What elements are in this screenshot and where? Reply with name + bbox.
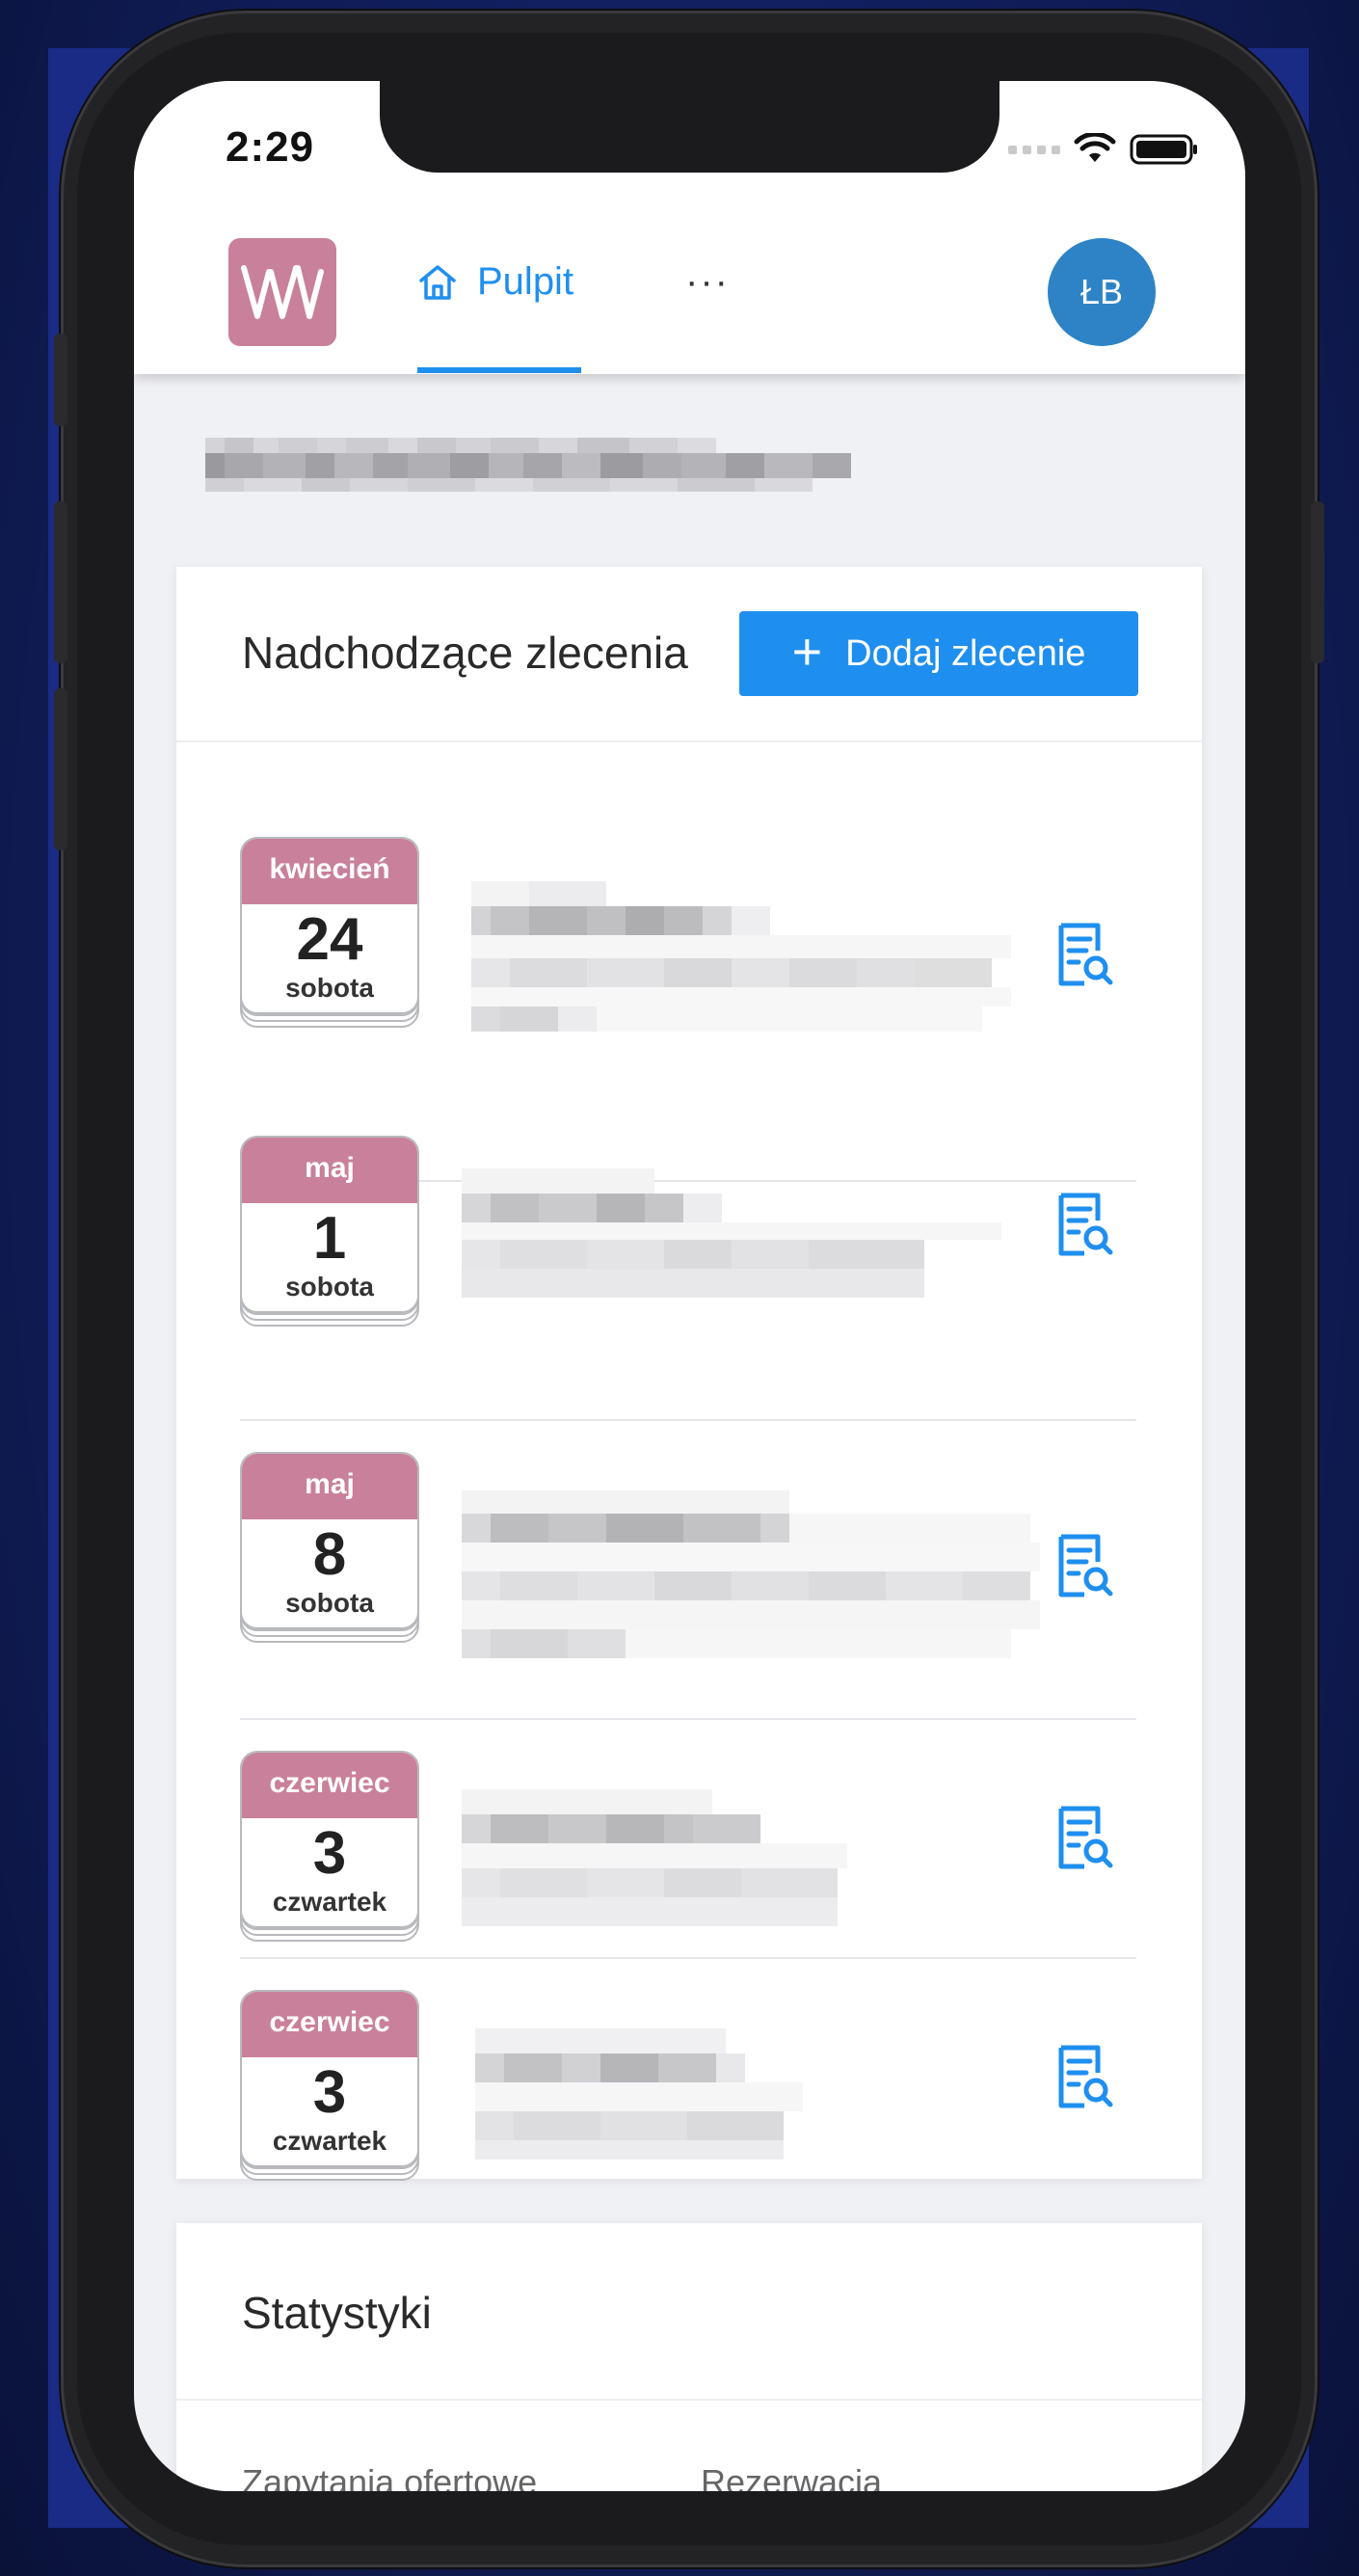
- order-details-redacted: [475, 2028, 803, 2160]
- phone-button-volume-down: [54, 688, 67, 850]
- home-icon: [419, 264, 456, 300]
- date-badge: czerwiec 3 czwartek: [240, 1990, 419, 2181]
- status-icons: [1008, 133, 1199, 166]
- signal-icon: [1008, 145, 1060, 154]
- date-month: czerwiec: [242, 1753, 417, 1818]
- order-details-redacted: [462, 1789, 847, 1926]
- app-logo[interactable]: [228, 238, 336, 346]
- phone-button-volume-up: [54, 501, 67, 663]
- date-weekday: czwartek: [272, 2126, 387, 2156]
- card-header-divider: [176, 740, 1202, 742]
- phone-button-power: [1311, 501, 1324, 663]
- date-month: czerwiec: [242, 1992, 417, 2057]
- date-weekday: sobota: [285, 1272, 374, 1301]
- date-month: kwiecień: [242, 839, 417, 904]
- stat-label-reservation: Rezerwacja: [701, 2462, 883, 2491]
- date-month: maj: [242, 1138, 417, 1203]
- active-tab-indicator: [417, 367, 581, 373]
- date-badge: czerwiec 3 czwartek: [240, 1751, 419, 1942]
- date-weekday: sobota: [285, 1588, 374, 1618]
- brand-logo-icon: [241, 265, 324, 319]
- user-avatar[interactable]: ŁB: [1048, 238, 1156, 346]
- date-badge: maj 8 sobota: [240, 1452, 419, 1643]
- add-order-button[interactable]: + Dodaj zlecenie: [739, 611, 1138, 696]
- card-header-divider: [176, 2399, 1202, 2401]
- status-time: 2:29: [226, 123, 315, 171]
- tab-dashboard[interactable]: Pulpit: [417, 260, 573, 304]
- tab-dashboard-label: Pulpit: [477, 260, 574, 303]
- upcoming-orders-title: Nadchodzące zlecenia: [242, 628, 688, 678]
- document-search-icon[interactable]: [1053, 1805, 1115, 1872]
- order-row[interactable]: kwiecień 24 sobota: [240, 837, 1136, 1032]
- date-day: 3: [312, 1820, 347, 1887]
- order-row[interactable]: maj 1 sobota: [240, 1136, 1136, 1328]
- notch: [380, 81, 999, 173]
- order-details-redacted: [462, 1490, 1040, 1658]
- upcoming-orders-card: Nadchodzące zlecenia + Dodaj zlecenie kw…: [176, 567, 1202, 2181]
- statistics-card: Statystyki Zapytania ofertowe Rezerwacja: [176, 2223, 1202, 2491]
- date-badge: maj 1 sobota: [240, 1136, 419, 1327]
- date-weekday: czwartek: [272, 1887, 387, 1917]
- date-weekday: sobota: [285, 973, 374, 1003]
- date-day: 8: [312, 1521, 347, 1588]
- date-day: 1: [312, 1205, 347, 1272]
- app-screen: 2:29 Pulpit ··· ŁB Nadchodzące zlecenia …: [134, 81, 1245, 2491]
- statistics-title: Statystyki: [242, 2288, 432, 2338]
- row-divider: [240, 1718, 1136, 1720]
- order-row[interactable]: maj 8 sobota: [240, 1452, 1136, 1658]
- date-month: maj: [242, 1454, 417, 1519]
- document-search-icon[interactable]: [1053, 1533, 1115, 1600]
- add-order-button-label: Dodaj zlecenie: [845, 632, 1086, 674]
- order-row[interactable]: czerwiec 3 czwartek: [240, 1751, 1136, 1944]
- date-badge: kwiecień 24 sobota: [240, 837, 419, 1028]
- order-details-redacted: [462, 1168, 1001, 1298]
- date-day: 3: [312, 2059, 347, 2126]
- wifi-icon: [1074, 133, 1116, 162]
- phone-button-silent: [54, 334, 67, 426]
- document-search-icon[interactable]: [1053, 2044, 1115, 2111]
- more-menu-button[interactable]: ···: [685, 260, 730, 304]
- document-search-icon[interactable]: [1053, 922, 1115, 989]
- plus-icon: +: [791, 623, 823, 681]
- order-details-redacted: [471, 881, 1011, 1032]
- document-search-icon[interactable]: [1053, 1192, 1115, 1259]
- greeting-text-redacted: [201, 428, 876, 505]
- battery-icon: [1130, 134, 1197, 165]
- row-divider: [240, 1419, 1136, 1421]
- order-row[interactable]: czerwiec 3 czwartek: [240, 1990, 1136, 2183]
- date-day: 24: [296, 906, 363, 973]
- row-divider: [240, 1957, 1136, 1959]
- stat-label-offer-requests: Zapytania ofertowe: [242, 2462, 538, 2491]
